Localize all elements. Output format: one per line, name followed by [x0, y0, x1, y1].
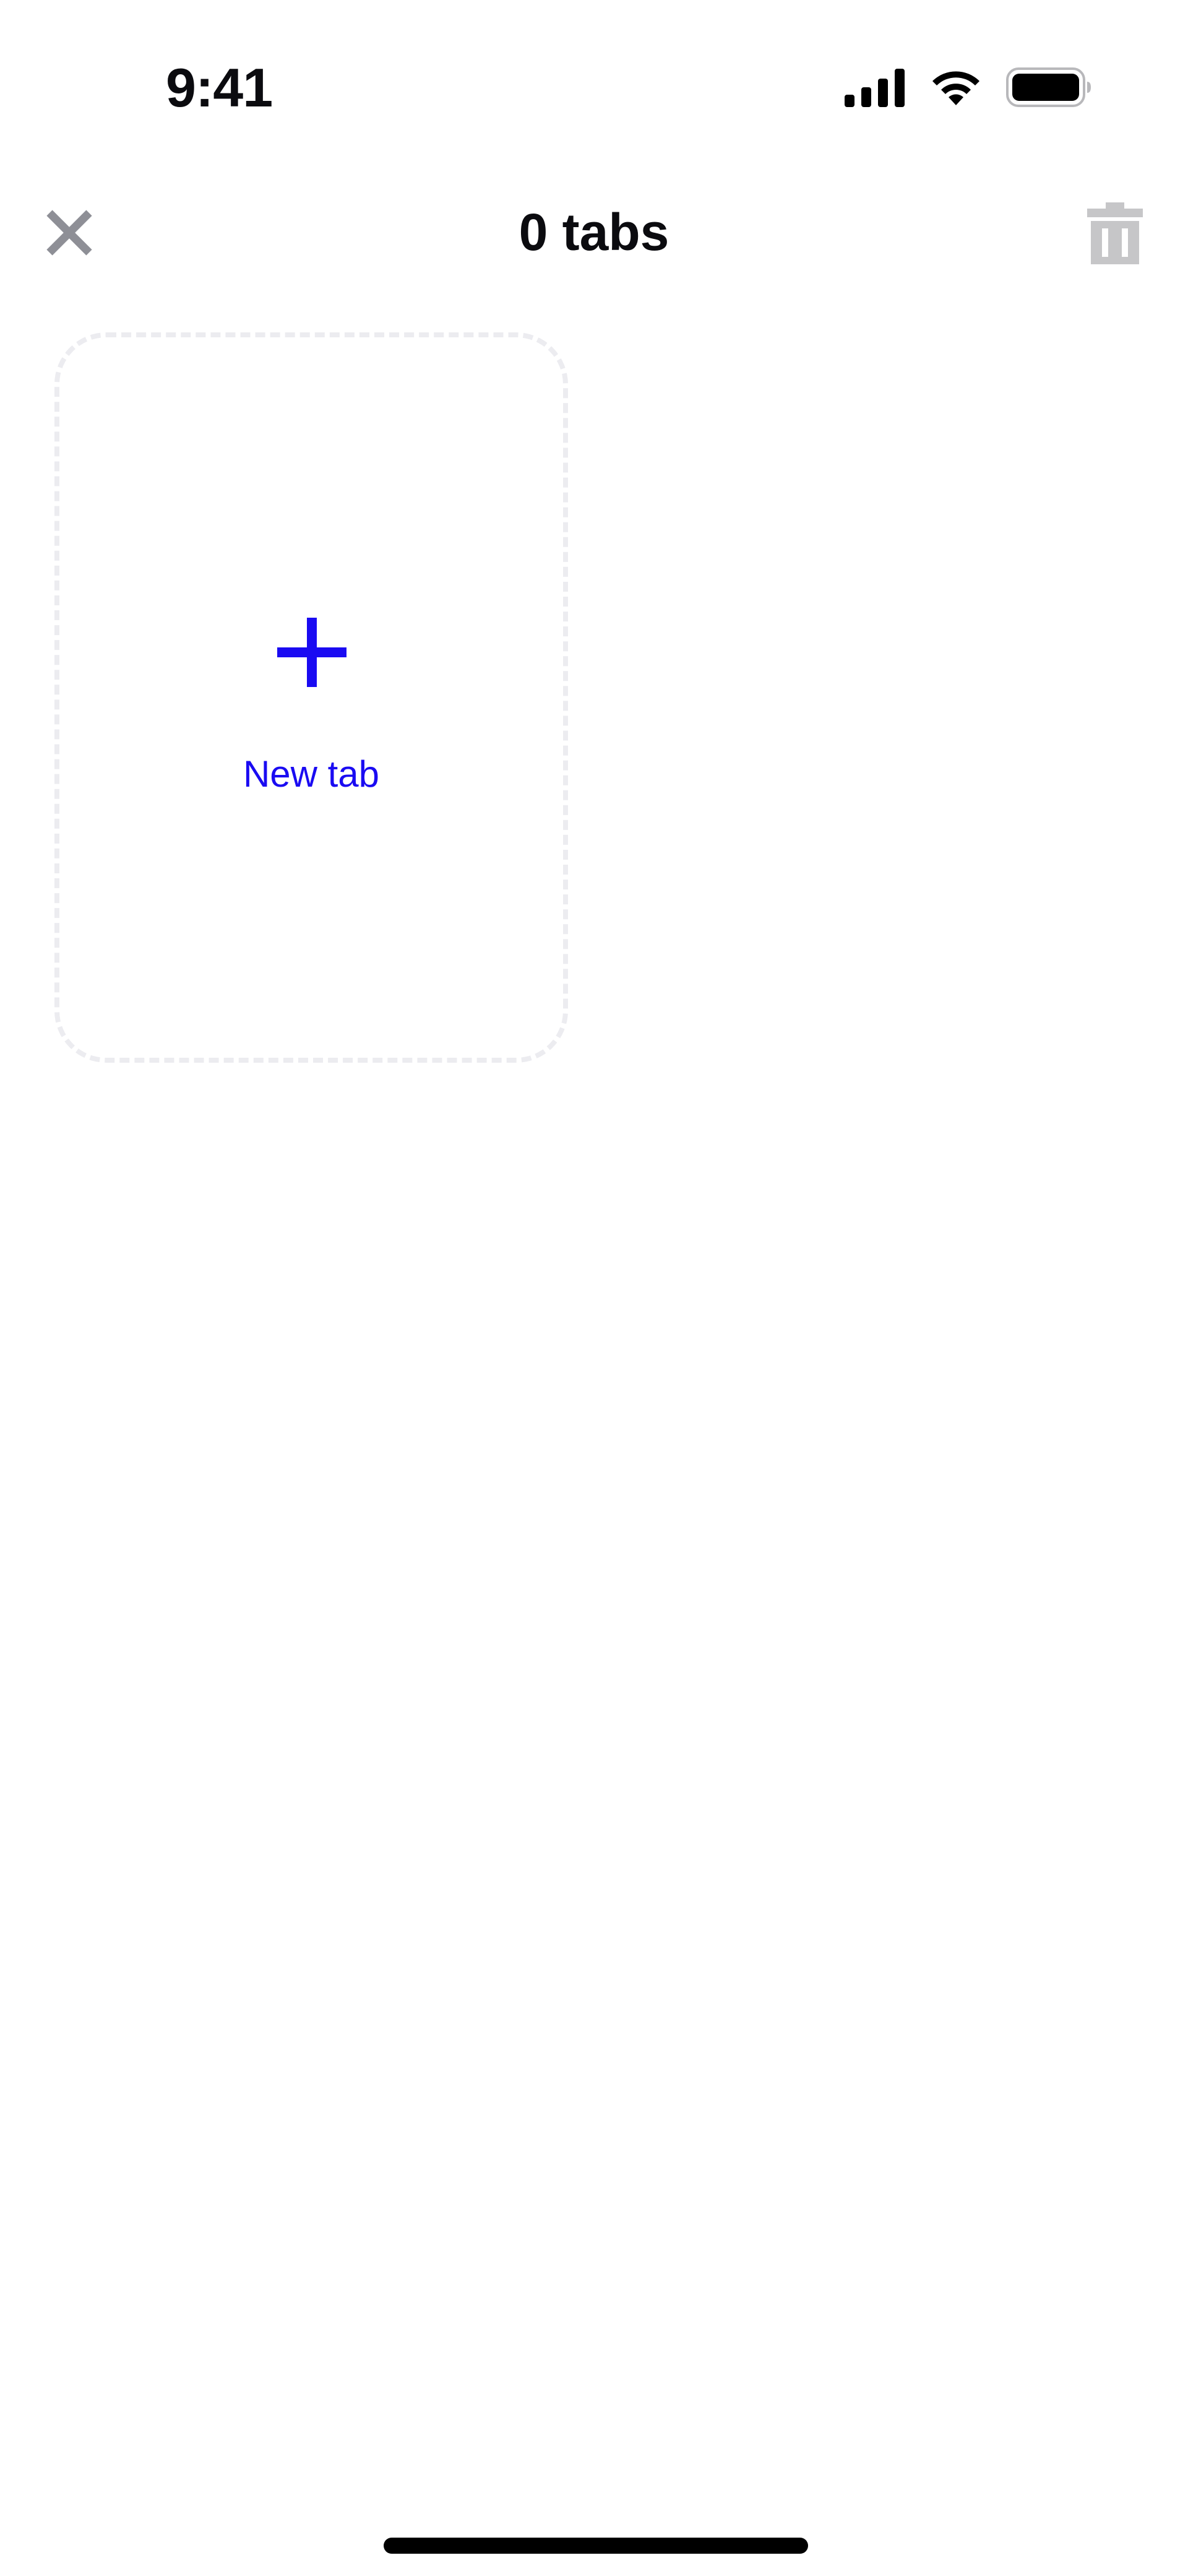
- battery-icon: [1005, 67, 1092, 111]
- wifi-icon: [928, 67, 984, 111]
- delete-all-tabs-button[interactable]: [1080, 198, 1150, 271]
- home-indicator[interactable]: [384, 2538, 808, 2554]
- plus-icon: [277, 618, 346, 687]
- status-time: 9:41: [166, 57, 273, 118]
- new-tab-card[interactable]: New tab: [54, 332, 568, 1063]
- cellular-signal-icon: [845, 67, 906, 110]
- new-tab-label: New tab: [243, 753, 380, 795]
- trash-icon: [1087, 202, 1143, 267]
- status-bar: 9:41: [0, 0, 1188, 161]
- tabs-header: 0 tabs: [0, 186, 1188, 279]
- status-icons: [845, 67, 1092, 110]
- page-title: 0 tabs: [519, 203, 669, 261]
